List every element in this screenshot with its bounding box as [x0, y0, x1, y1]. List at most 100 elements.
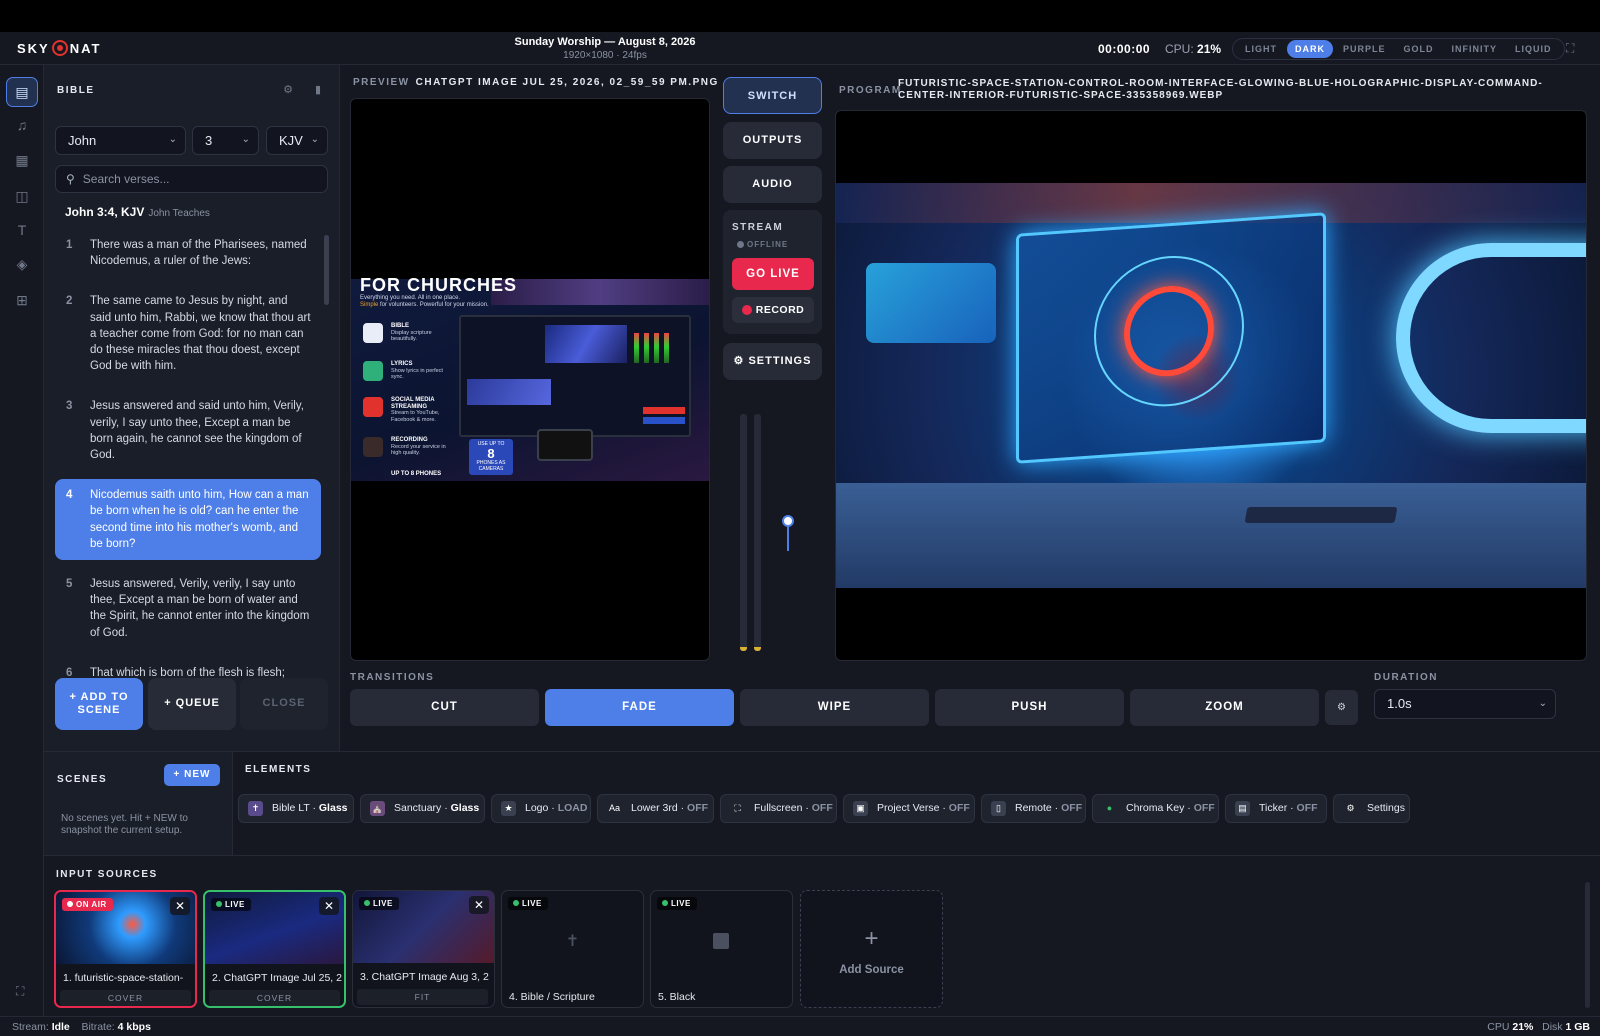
crowd-image [491, 279, 709, 305]
verse-item[interactable]: 3 Jesus answered and said unto him, Veril… [55, 390, 321, 471]
theme-gold[interactable]: GOLD [1396, 40, 1442, 58]
element-chip-label: Logo · [525, 802, 558, 814]
theme-liquid[interactable]: LIQUID [1507, 40, 1560, 58]
element-chip-label: Lower 3rd · [631, 802, 688, 814]
fit-mode-button[interactable]: COVER [209, 990, 340, 1006]
on-air-badge: ON AIR [62, 898, 113, 911]
input-sources-scrollbar[interactable] [1585, 882, 1590, 1008]
volume-fader-handle[interactable] [782, 514, 794, 527]
fit-mode-button[interactable]: FIT [357, 989, 488, 1005]
element-chip-label: Chroma Key · [1126, 802, 1194, 814]
scenes-title: SCENES [57, 774, 108, 785]
element-chip-10[interactable]: ⚙ Settings [1333, 794, 1410, 823]
cpu-indicator: CPU: 21% [1165, 42, 1222, 56]
preview-monitor[interactable]: FOR CHURCHES Everything you need. All in… [350, 98, 710, 661]
session-format: 1920×1080 · 24fps [563, 50, 647, 61]
gear-icon: ⚙ [1337, 702, 1346, 713]
element-chip-6[interactable]: ▣ Project Verse · OFF [843, 794, 975, 823]
program-monitor[interactable] [835, 110, 1587, 661]
verse-item[interactable]: 2 The same came to Jesus by night, and sa… [55, 285, 321, 382]
input-source-5[interactable]: LIVE 5. Black [650, 890, 793, 1008]
version-select[interactable]: KJV ⌄ [266, 126, 328, 155]
element-chip-3[interactable]: ★ Logo · LOAD [491, 794, 591, 823]
audio-button[interactable]: AUDIO [723, 166, 822, 203]
input-source-2[interactable]: LIVE ✕ 2. ChatGPT Image Jul 25, 2 COVER [203, 890, 346, 1008]
verse-item[interactable]: 1 There was a man of the Pharisees, named… [55, 229, 321, 277]
new-scene-button[interactable]: + NEW [164, 764, 220, 786]
element-chip-4[interactable]: Aa Lower 3rd · OFF [597, 794, 714, 823]
settings-button[interactable]: ⚙ SETTINGS [723, 343, 822, 380]
fit-mode-button[interactable]: COVER [60, 990, 191, 1006]
element-chip-label: Ticker · [1259, 802, 1297, 814]
theme-purple[interactable]: PURPLE [1335, 40, 1394, 58]
close-icon[interactable]: ✕ [170, 897, 190, 915]
gear-icon: ⚙ [1343, 801, 1358, 816]
slides-icon: ◫ [15, 187, 29, 204]
element-chip-9[interactable]: ▤ Ticker · OFF [1225, 794, 1327, 823]
switch-button[interactable]: SWITCH [723, 77, 822, 114]
transition-push[interactable]: PUSH [935, 689, 1124, 726]
transition-wipe[interactable]: WIPE [740, 689, 929, 726]
verse-item-selected[interactable]: 4 Nicodemus saith unto him, How can a man… [55, 479, 321, 561]
verse-item[interactable]: 5 Jesus answered, Verily, verily, I say u… [55, 568, 321, 649]
book-select[interactable]: John ⌄ [55, 126, 186, 155]
transition-fade[interactable]: FADE [545, 689, 734, 726]
rail-grid[interactable]: ⊞ [6, 285, 38, 315]
stream-state: Idle [51, 1021, 70, 1033]
duration-select[interactable]: 1.0s ⌄ [1374, 689, 1556, 719]
session-title-main: Sunday Worship — August 8, 2026 [514, 36, 696, 48]
close-icon[interactable]: ✕ [469, 896, 489, 914]
microphone-icon[interactable]: ▮ [315, 83, 321, 96]
element-chip-state: OFF [1296, 802, 1318, 814]
verse-list[interactable]: 1 There was a man of the Pharisees, named… [55, 229, 321, 729]
add-to-scene-button[interactable]: + ADD TO SCENE [55, 678, 143, 730]
input-source-4[interactable]: LIVE ✝ 4. Bible / Scripture [501, 890, 644, 1008]
rail-slides[interactable]: ◫ [6, 181, 38, 211]
add-source-button[interactable]: + Add Source [800, 890, 943, 1008]
rail-lyrics[interactable]: ♫ [6, 110, 38, 140]
record-button[interactable]: RECORD [732, 297, 814, 323]
input-source-3[interactable]: LIVE ✕ 3. ChatGPT Image Aug 3, 2 FIT [352, 890, 495, 1008]
go-live-button[interactable]: GO LIVE [732, 258, 814, 290]
rail-text[interactable]: T [6, 215, 38, 245]
verse-search-input[interactable]: ⚲ Search verses... [55, 165, 328, 193]
rail-media[interactable]: ▦ [6, 145, 38, 175]
close-icon[interactable]: ✕ [319, 897, 339, 915]
element-chip-1[interactable]: ✝ Bible LT · Glass [238, 794, 354, 823]
chapter-select[interactable]: 3 ⌄ [192, 126, 259, 155]
element-chip-state: OFF [811, 802, 833, 814]
audio-meter-left [740, 414, 747, 651]
input-source-1[interactable]: ON AIR ✕ 1. futuristic-space-station- CO… [54, 890, 197, 1008]
fullscreen-icon[interactable]: ⛶ [16, 984, 24, 999]
rail-layers[interactable]: ◈ [6, 249, 38, 279]
element-chip-7[interactable]: ▯ Remote · OFF [981, 794, 1086, 823]
element-chip-8[interactable]: ● Chroma Key · OFF [1092, 794, 1219, 823]
outputs-button[interactable]: OUTPUTS [723, 122, 822, 159]
transition-settings-button[interactable]: ⚙ [1325, 690, 1358, 725]
transition-cut[interactable]: CUT [350, 689, 539, 726]
verse-scrollbar[interactable] [324, 235, 329, 305]
left-rail: ▤ ♫ ▦ ◫ T ◈ ⊞ [0, 65, 44, 1016]
element-chip-2[interactable]: ⛪ Sanctuary · Glass [360, 794, 485, 823]
scenes-empty-text: No scenes yet. Hit + NEW to snapshot the… [61, 813, 188, 836]
bible-icon: ✝ [248, 801, 263, 816]
rail-bible[interactable]: ▤ [6, 77, 38, 107]
audio-meter-right [754, 414, 761, 651]
transition-zoom[interactable]: ZOOM [1130, 689, 1319, 726]
queue-button[interactable]: + QUEUE [148, 678, 236, 730]
element-chip-state: OFF [948, 802, 970, 814]
theme-infinity[interactable]: INFINITY [1444, 40, 1506, 58]
theme-switcher: LIGHT DARK PURPLE GOLD INFINITY LIQUID [1232, 38, 1565, 60]
app-logo: SKY NAT [17, 40, 102, 56]
projector-icon: ▣ [853, 801, 868, 816]
live-badge: LIVE [359, 897, 399, 910]
element-chip-5[interactable]: ⛶ Fullscreen · OFF [720, 794, 837, 823]
expand-icon[interactable]: ⛶ [1566, 41, 1574, 56]
close-button[interactable]: CLOSE [240, 678, 328, 730]
theme-dark[interactable]: DARK [1287, 40, 1333, 58]
fullscreen-icon: ⛶ [730, 801, 745, 816]
elements-title: ELEMENTS [245, 764, 312, 775]
gear-icon[interactable]: ⚙ [283, 83, 293, 96]
source-name: 1. futuristic-space-station- [63, 972, 184, 984]
theme-light[interactable]: LIGHT [1237, 40, 1285, 58]
